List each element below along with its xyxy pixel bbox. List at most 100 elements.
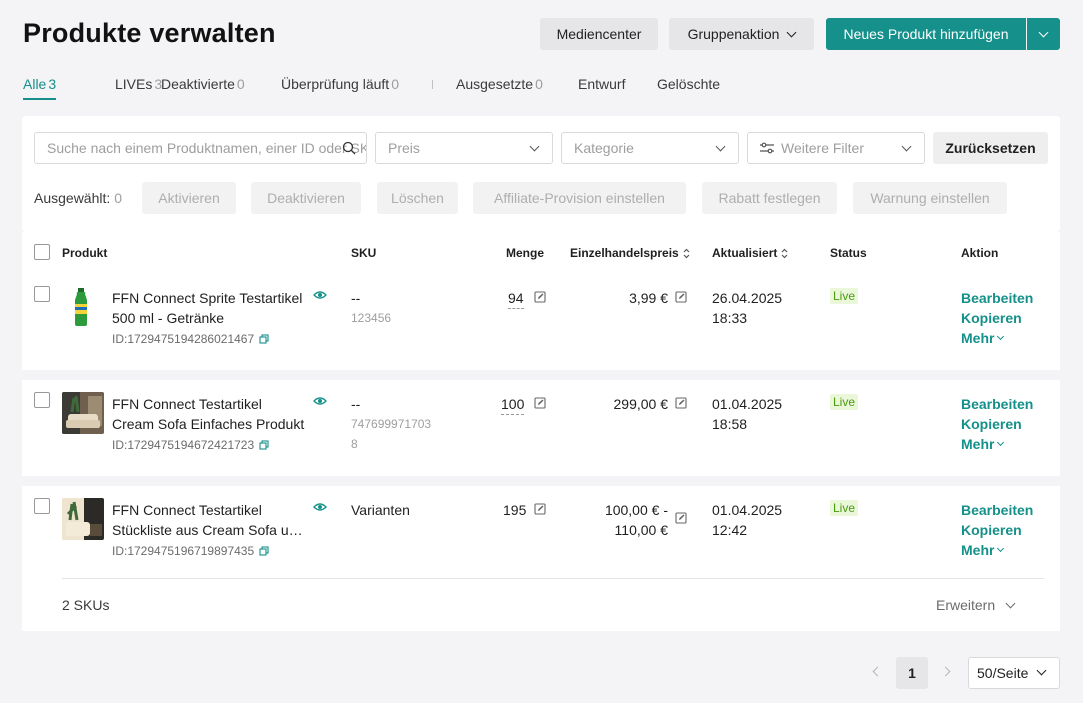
retail-price: 3,99 € xyxy=(629,290,668,306)
edit-icon[interactable] xyxy=(534,503,546,515)
copy-icon[interactable] xyxy=(259,546,269,556)
edit-icon[interactable] xyxy=(675,397,687,409)
status-badge: Live xyxy=(830,500,859,516)
chevron-down-icon xyxy=(1005,598,1016,608)
status-badge: Live xyxy=(830,288,859,304)
row-checkbox[interactable] xyxy=(34,498,50,514)
row-divider xyxy=(62,578,1044,579)
row-checkbox[interactable] xyxy=(34,392,50,408)
eye-icon[interactable] xyxy=(313,290,327,300)
sku-code-continued: 8 xyxy=(351,437,358,451)
tab-deleted[interactable]: Gelöschte xyxy=(657,74,720,100)
affiliate-commission-button[interactable]: Affiliate-Provision einstellen xyxy=(473,182,686,214)
sku-value: -- xyxy=(351,290,361,306)
product-id: ID:1729475194286021467 xyxy=(112,332,269,346)
table-header: Produkt SKU Menge Einzelhandelspreis Akt… xyxy=(22,232,1060,274)
row-actions: Bearbeiten Kopieren Mehr xyxy=(961,288,1033,348)
set-discount-button[interactable]: Rabatt festlegen xyxy=(702,182,837,214)
add-product-button[interactable]: Neues Produkt hinzufügen xyxy=(826,18,1026,50)
sku-code: 747699971703 xyxy=(351,417,432,431)
chevron-down-icon xyxy=(786,27,797,37)
sku-value: Varianten xyxy=(351,502,410,518)
edit-icon[interactable] xyxy=(675,291,687,303)
page-size-select[interactable]: 50/Seite xyxy=(968,657,1060,689)
product-name[interactable]: FFN Connect Sprite Testartikel 500 ml - G… xyxy=(112,288,312,328)
edit-icon[interactable] xyxy=(675,512,687,524)
reset-button[interactable]: Zurücksetzen xyxy=(933,132,1048,164)
category-select[interactable]: Kategorie xyxy=(561,132,739,164)
edit-link[interactable]: Bearbeiten xyxy=(961,394,1033,414)
page-number-current[interactable]: 1 xyxy=(896,657,928,689)
row-checkbox[interactable] xyxy=(34,286,50,302)
media-center-button[interactable]: Mediencenter xyxy=(540,18,658,50)
chevron-down-icon xyxy=(1038,27,1049,37)
sku-count: 2 SKUs xyxy=(62,597,110,613)
product-thumbnail xyxy=(62,392,104,434)
chevron-down-icon xyxy=(997,333,1005,341)
chevron-down-icon xyxy=(997,545,1005,553)
sort-icon xyxy=(781,248,788,259)
copy-link[interactable]: Kopieren xyxy=(961,520,1033,540)
col-updated[interactable]: Aktualisiert xyxy=(712,246,788,260)
product-name[interactable]: FFN Connect Testartikel Cream Sofa Einfac… xyxy=(112,394,312,434)
quantity-value[interactable]: 100 xyxy=(501,394,525,415)
more-link[interactable]: Mehr xyxy=(961,540,1033,560)
product-thumbnail xyxy=(62,498,104,540)
sku-code: 123456 xyxy=(351,311,392,325)
next-page-icon[interactable] xyxy=(940,666,951,677)
copy-link[interactable]: Kopieren xyxy=(961,414,1033,434)
quantity-value[interactable]: 195 xyxy=(503,500,526,520)
sku-value: -- xyxy=(351,396,361,412)
product-id: ID:1729475194672421723 xyxy=(112,438,269,452)
col-status: Status xyxy=(830,246,867,260)
tab-deactivated[interactable]: Deaktivierte 0 xyxy=(161,74,245,100)
quantity-value[interactable]: 94 xyxy=(508,288,524,309)
table-row: FFN Connect Sprite Testartikel 500 ml - G… xyxy=(22,274,1060,370)
tab-draft[interactable]: Entwurf xyxy=(578,74,625,100)
eye-icon[interactable] xyxy=(313,396,327,406)
copy-icon[interactable] xyxy=(259,334,269,344)
retail-price: 100,00 € -110,00 € xyxy=(604,502,668,538)
col-sku: SKU xyxy=(351,246,377,260)
page-title: Produkte verwalten xyxy=(23,18,276,48)
edit-link[interactable]: Bearbeiten xyxy=(961,288,1033,308)
more-filters-select[interactable]: Weitere Filter xyxy=(747,132,925,164)
deactivate-button[interactable]: Deaktivieren xyxy=(251,182,361,214)
copy-link[interactable]: Kopieren xyxy=(961,308,1033,328)
bulk-action-dropdown[interactable]: Gruppenaktion xyxy=(669,18,814,50)
chevron-down-icon xyxy=(529,141,540,152)
edit-link[interactable]: Bearbeiten xyxy=(961,500,1033,520)
product-id: ID:1729475196719897435 xyxy=(112,544,269,558)
tab-all[interactable]: Alle 3 xyxy=(23,74,57,100)
eye-icon[interactable] xyxy=(313,502,327,512)
tab-lives[interactable]: LIVEs 3 xyxy=(115,74,162,100)
col-action: Aktion xyxy=(961,246,999,260)
edit-icon[interactable] xyxy=(534,397,546,409)
more-link[interactable]: Mehr xyxy=(961,328,1033,348)
chevron-down-icon xyxy=(1036,665,1047,676)
activate-button[interactable]: Aktivieren xyxy=(142,182,236,214)
more-link[interactable]: Mehr xyxy=(961,434,1033,454)
set-warning-button[interactable]: Warnung einstellen xyxy=(853,182,1007,214)
delete-button[interactable]: Löschen xyxy=(377,182,458,214)
filter-sliders-icon xyxy=(760,142,774,154)
filter-panel: Suche nach einem Produktnamen, einer ID … xyxy=(22,116,1060,232)
chevron-down-icon xyxy=(715,141,726,152)
search-input[interactable]: Suche nach einem Produktnamen, einer ID … xyxy=(34,132,367,164)
product-name[interactable]: FFN Connect Testartikel Stückliste aus Cr… xyxy=(112,500,312,540)
tab-suspended[interactable]: Ausgesetzte 0 xyxy=(456,74,543,100)
col-quantity: Menge xyxy=(506,246,545,260)
product-thumbnail xyxy=(62,286,104,328)
copy-icon[interactable] xyxy=(259,440,269,450)
tab-divider xyxy=(432,80,433,89)
tab-under-review[interactable]: Überprüfung läuft 0 xyxy=(281,74,399,100)
edit-icon[interactable] xyxy=(534,291,546,303)
table-row: FFN Connect Testartikel Cream Sofa Einfac… xyxy=(22,380,1060,476)
expand-button[interactable]: Erweitern xyxy=(936,597,1016,613)
col-retail-price[interactable]: Einzelhandelspreis xyxy=(570,246,690,260)
select-all-checkbox[interactable] xyxy=(34,244,50,260)
page-header: Produkte verwalten Mediencenter Gruppena… xyxy=(23,16,1060,52)
price-select[interactable]: Preis xyxy=(375,132,553,164)
prev-page-icon[interactable] xyxy=(872,666,883,677)
add-product-menu-button[interactable] xyxy=(1027,18,1060,50)
